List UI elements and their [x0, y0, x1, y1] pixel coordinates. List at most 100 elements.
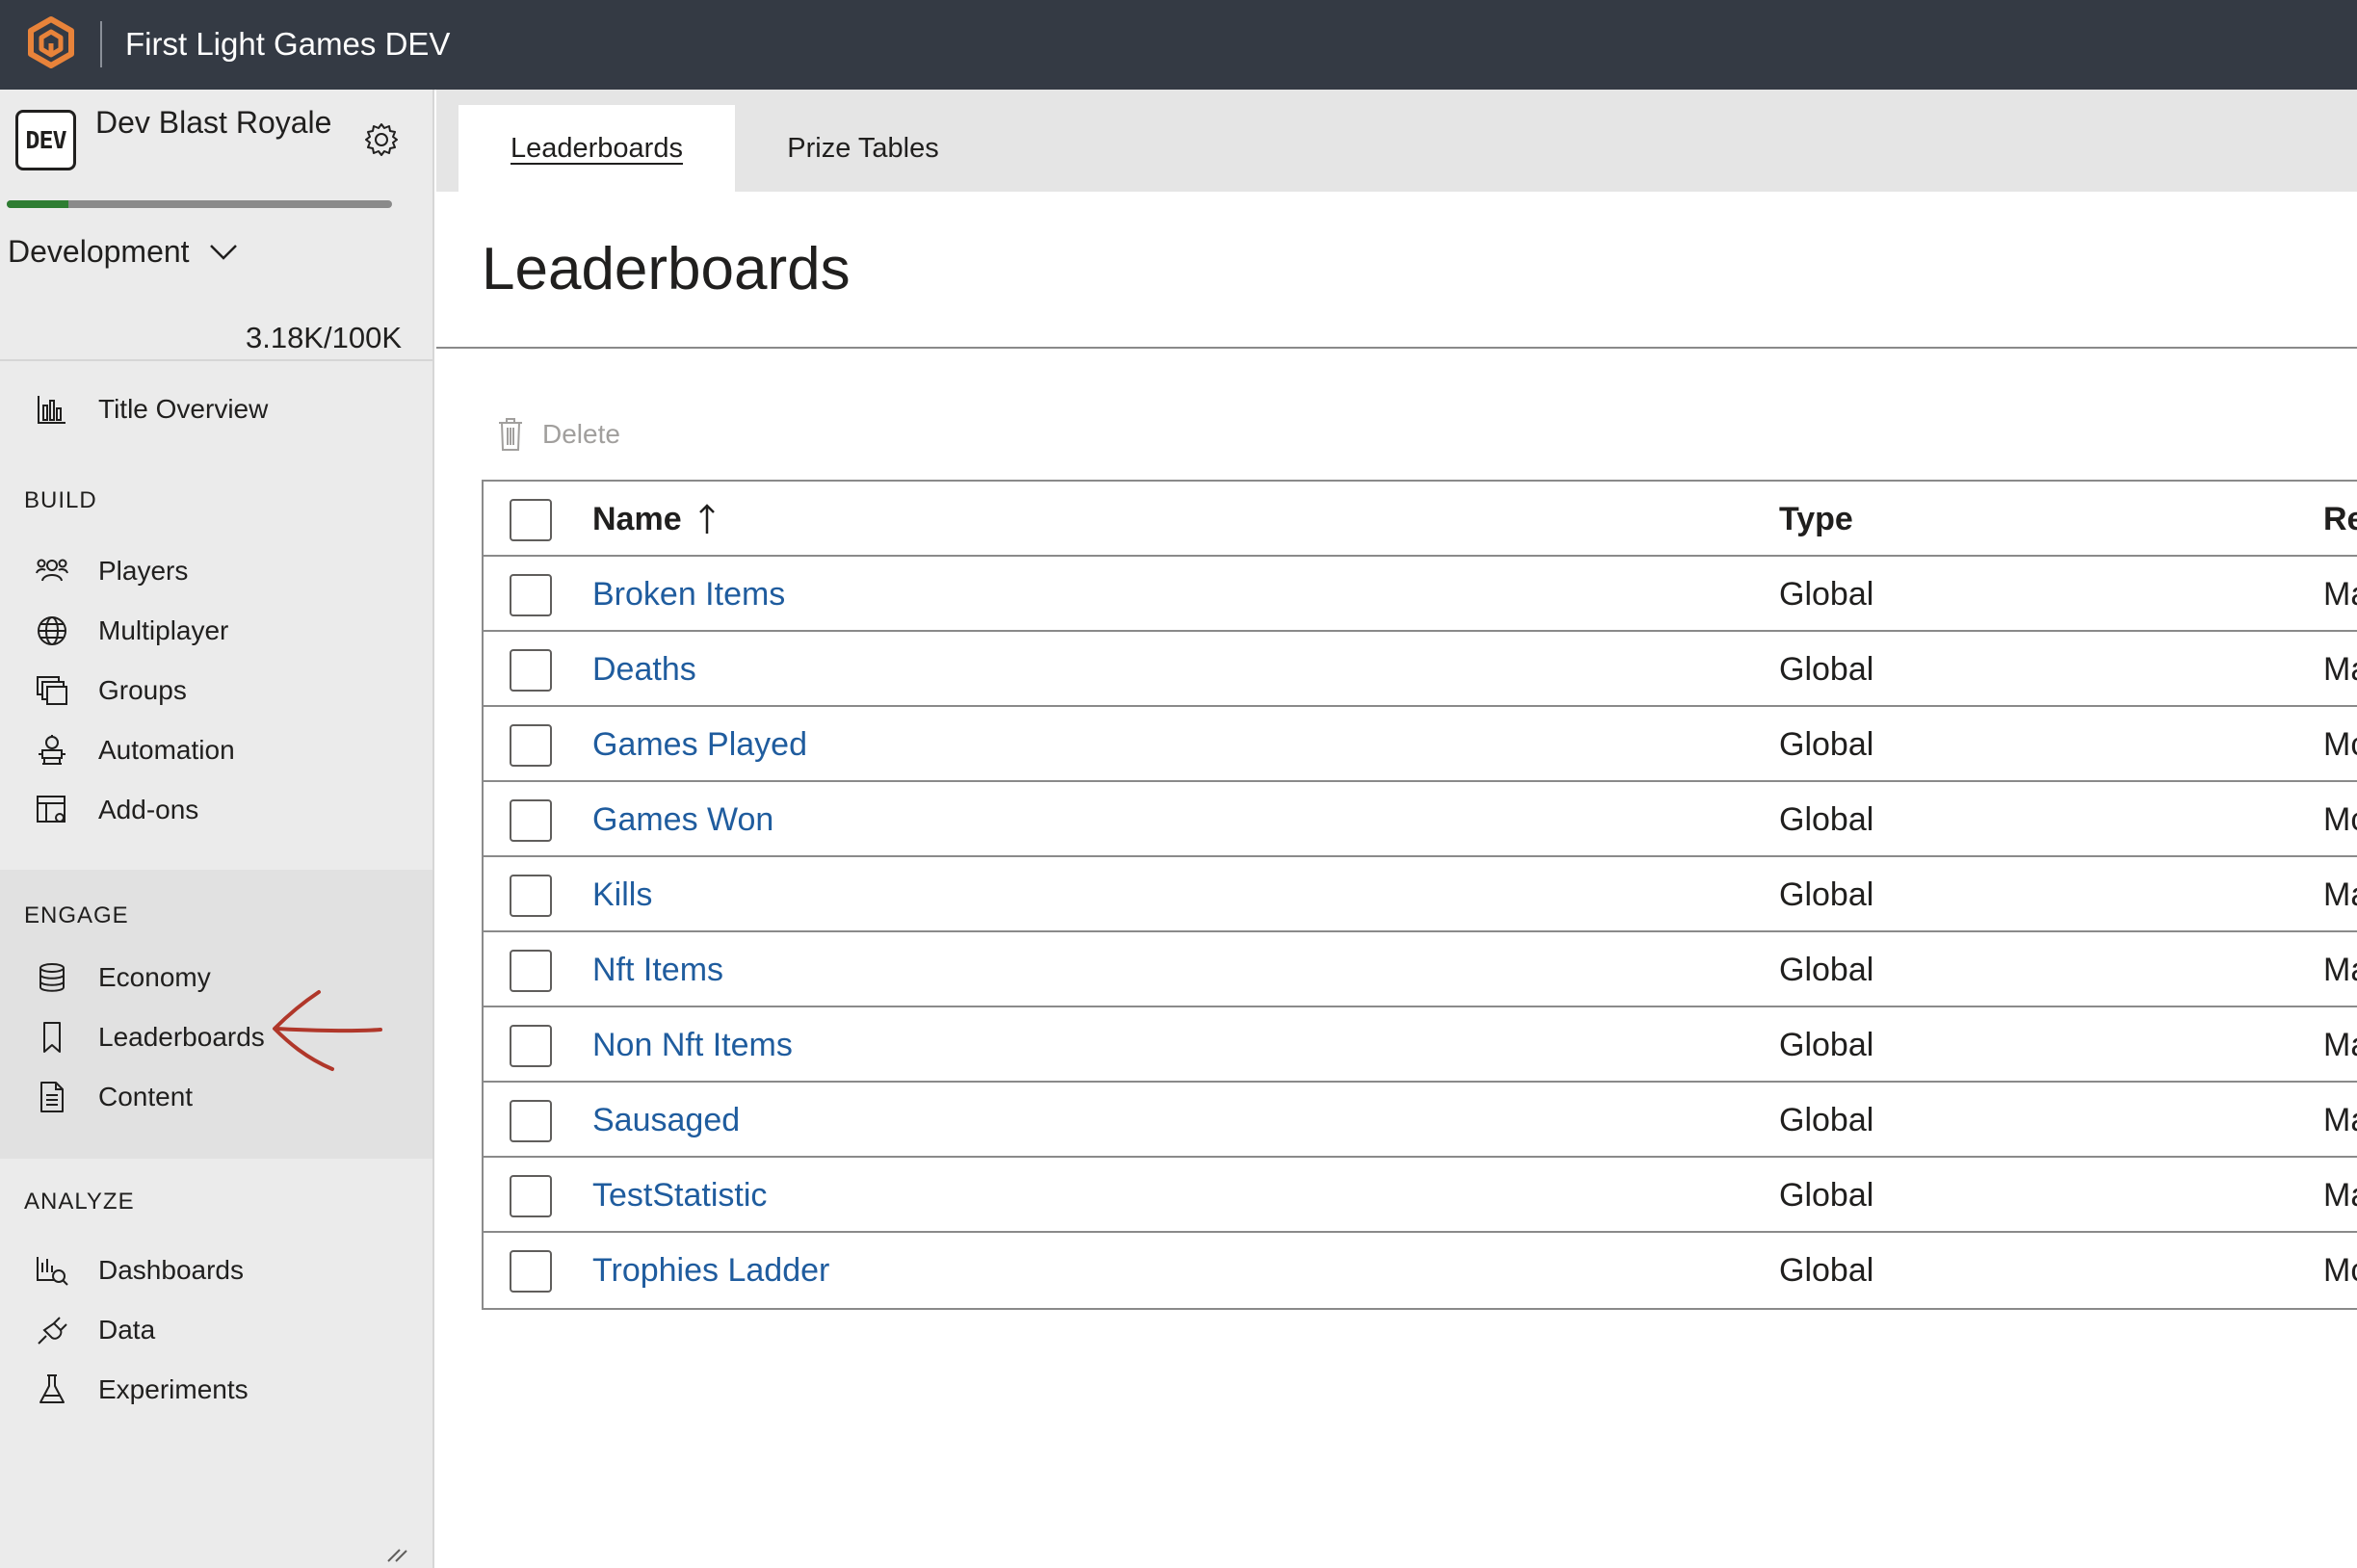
sidebar-item-add-ons[interactable]: Add-ons	[35, 789, 198, 831]
column-header-name[interactable]: Name	[592, 482, 717, 557]
dashboard-icon	[37, 1257, 68, 1286]
row-checkbox[interactable]	[510, 875, 552, 917]
usage-count: 3.18K/100K	[245, 321, 402, 354]
section-analyze: ANALYZE	[24, 1189, 135, 1215]
table-row[interactable]: Nft Items Global Ma	[484, 932, 2357, 1007]
plug-icon	[38, 1317, 67, 1345]
row-checkbox[interactable]	[510, 649, 552, 692]
sidebar-item-automation[interactable]: Automation	[35, 729, 235, 771]
chevron-down-icon	[209, 244, 237, 260]
leaderboard-type: Global	[1779, 1102, 1874, 1138]
game-name[interactable]: Dev Blast Royale	[95, 105, 346, 141]
usage-progress-bar	[7, 200, 392, 208]
topbar-divider	[100, 21, 102, 67]
row-checkbox[interactable]	[510, 1025, 552, 1067]
table-row[interactable]: Kills Global Ma	[484, 857, 2357, 932]
leaderboard-name-link[interactable]: TestStatistic	[592, 1158, 767, 1233]
row-checkbox[interactable]	[510, 1250, 552, 1293]
table-row[interactable]: Non Nft Items Global Ma	[484, 1007, 2357, 1083]
column-header-type[interactable]: Type	[1779, 482, 1853, 557]
tab-leaderboards[interactable]: Leaderboards	[458, 105, 735, 192]
sidebar-item-multiplayer[interactable]: Multiplayer	[35, 610, 228, 652]
leaderboard-name-link[interactable]: Sausaged	[592, 1083, 740, 1158]
leaderboard-name-link[interactable]: Non Nft Items	[592, 1007, 793, 1083]
table-row[interactable]: Games Won Global Mc	[484, 782, 2357, 857]
table-row[interactable]: TestStatistic Global Ma	[484, 1158, 2357, 1233]
add-ons-icon	[37, 796, 65, 823]
delete-button[interactable]: Delete	[496, 417, 620, 452]
leaderboard-name-link[interactable]: Kills	[592, 857, 652, 932]
leaderboard-reset: Ma	[2323, 876, 2357, 913]
sidebar-item-label: Automation	[98, 735, 235, 765]
page-title: Leaderboards	[482, 236, 851, 302]
robot-icon	[39, 735, 65, 765]
leaderboard-name-link[interactable]: Deaths	[592, 632, 696, 707]
row-checkbox[interactable]	[510, 799, 552, 842]
sidebar-item-label: Economy	[98, 962, 211, 992]
leaderboard-name-link[interactable]: Games Won	[592, 782, 773, 857]
leaderboard-type: Global	[1779, 876, 1874, 913]
groups-icon	[37, 676, 67, 705]
row-checkbox[interactable]	[510, 724, 552, 767]
resize-handle-icon[interactable]	[386, 1549, 407, 1562]
table-header-row: Name Type Re	[484, 482, 2357, 557]
sidebar-item-leaderboards[interactable]: Leaderboards	[35, 1016, 265, 1058]
table-body: Broken Items Global Ma Deaths Global Ma Games …	[484, 557, 2357, 1308]
playfab-logo-icon[interactable]	[23, 15, 79, 71]
gear-icon[interactable]	[362, 120, 401, 159]
sidebar-item-groups[interactable]: Groups	[35, 669, 187, 712]
leaderboard-name-link[interactable]: Nft Items	[592, 932, 723, 1007]
table-row[interactable]: Broken Items Global Ma	[484, 557, 2357, 632]
document-icon	[40, 1082, 64, 1112]
sidebar-item-data[interactable]: Data	[35, 1309, 155, 1351]
annotation-arrow-icon	[273, 990, 382, 1071]
tab-prize-tables[interactable]: Prize Tables	[738, 105, 988, 192]
leaderboard-name-link[interactable]: Broken Items	[592, 557, 785, 632]
sidebar-item-label: Players	[98, 556, 189, 586]
leaderboard-reset: Mc	[2323, 801, 2357, 838]
section-engage: ENGAGE	[24, 902, 129, 928]
sidebar-item-label: Multiplayer	[98, 615, 229, 645]
leaderboard-reset: Ma	[2323, 1027, 2357, 1063]
row-checkbox[interactable]	[510, 574, 552, 616]
table-row[interactable]: Trophies Ladder Global Mc	[484, 1233, 2357, 1308]
leaderboard-reset: Ma	[2323, 651, 2357, 688]
sidebar-item-players[interactable]: Players	[35, 550, 188, 592]
studio-title[interactable]: First Light Games DEV	[125, 21, 450, 67]
leaderboard-name-link[interactable]: Games Played	[592, 707, 807, 782]
table-row[interactable]: Games Played Global Mc	[484, 707, 2357, 782]
leaderboard-name-link[interactable]: Trophies Ladder	[592, 1233, 829, 1308]
usage-progress-fill	[7, 200, 68, 208]
title-card: DEV Dev Blast Royale Development 3.18K/1…	[0, 90, 432, 359]
column-header-reset[interactable]: Re	[2323, 482, 2357, 557]
select-all-checkbox[interactable]	[510, 499, 552, 541]
sidebar-item-dashboards[interactable]: Dashboards	[35, 1249, 244, 1292]
delete-label: Delete	[542, 419, 620, 449]
sidebar: DEV Dev Blast Royale Development 3.18K/1…	[0, 90, 434, 1568]
sort-ascending-icon	[698, 504, 715, 534]
row-checkbox[interactable]	[510, 950, 552, 992]
leaderboard-reset: Ma	[2323, 952, 2357, 988]
sidebar-item-label: Dashboards	[98, 1255, 244, 1285]
sidebar-item-content[interactable]: Content	[35, 1076, 193, 1118]
sidebar-item-title-overview[interactable]: Title Overview	[35, 388, 268, 431]
column-header-name-label: Name	[592, 501, 682, 537]
table-row[interactable]: Sausaged Global Ma	[484, 1083, 2357, 1158]
table-row[interactable]: Deaths Global Ma	[484, 632, 2357, 707]
leaderboard-reset: Ma	[2323, 1177, 2357, 1214]
sidebar-item-economy[interactable]: Economy	[35, 956, 211, 999]
leaderboard-type: Global	[1779, 1177, 1874, 1214]
bar-chart-icon	[38, 396, 65, 424]
row-checkbox[interactable]	[510, 1100, 552, 1142]
title-divider	[436, 347, 2357, 349]
leaderboard-type: Global	[1779, 801, 1874, 838]
trash-icon	[499, 418, 522, 451]
leaderboard-type: Global	[1779, 576, 1874, 613]
section-build: BUILD	[24, 487, 97, 513]
row-checkbox[interactable]	[510, 1175, 552, 1217]
leaderboards-table: Name Type Re Broken ItemsGlobalMaDeathsG…	[482, 480, 2357, 1310]
bookmark-icon	[43, 1022, 61, 1053]
sidebar-item-experiments[interactable]: Experiments	[35, 1369, 249, 1411]
sidebar-item-label: Experiments	[98, 1374, 249, 1404]
environment-selector[interactable]: Development	[8, 234, 238, 270]
